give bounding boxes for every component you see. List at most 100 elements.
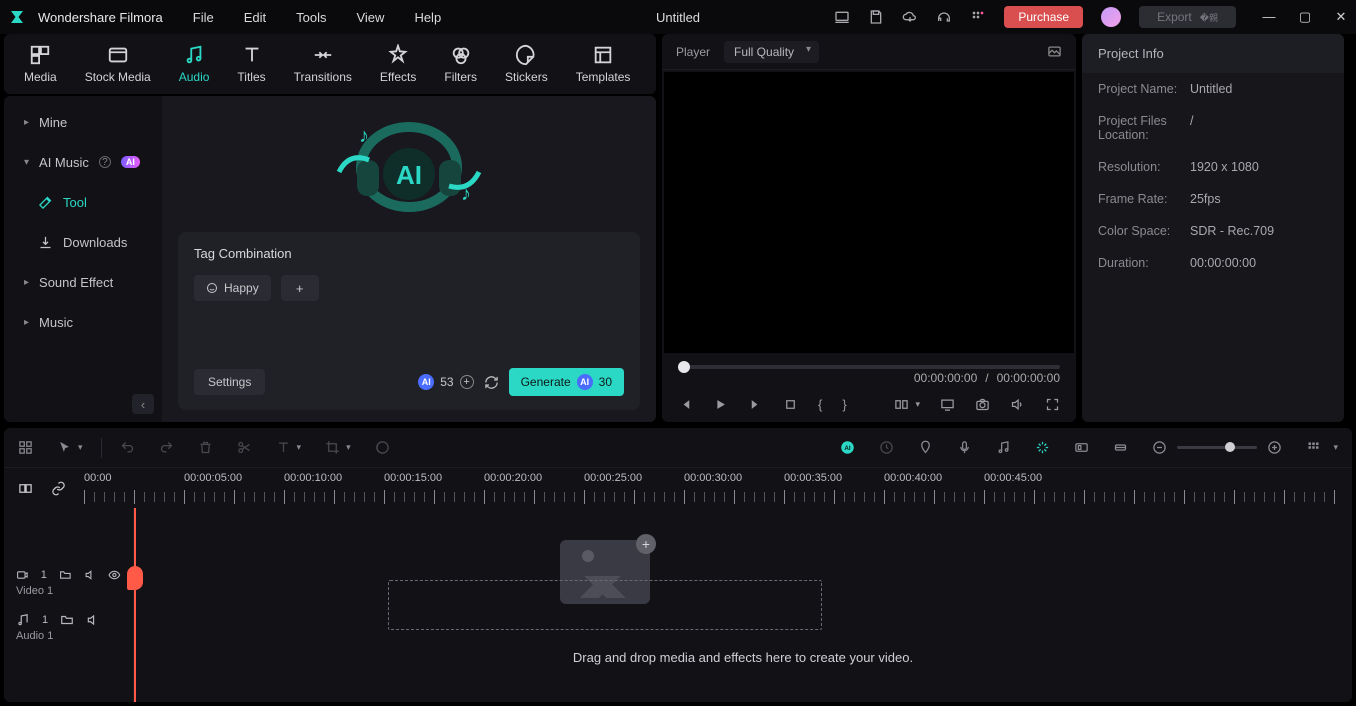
track-header-audio[interactable]: 1 Audio 1 <box>4 613 133 658</box>
delete-icon[interactable] <box>198 440 213 455</box>
sidebar-item-downloads[interactable]: Downloads <box>4 222 162 262</box>
voiceover-icon[interactable] <box>957 440 972 455</box>
timeline-ruler[interactable]: 00:00 00:00:05:00 00:00:10:00 00:00:15:0… <box>84 468 1338 508</box>
menu-file[interactable]: File <box>193 10 214 25</box>
credits-indicator[interactable]: AI53+ <box>418 374 473 390</box>
sidebar-item-music[interactable]: ▸Music <box>4 302 162 342</box>
tab-titles[interactable]: Titles <box>237 44 265 84</box>
collapse-sidebar-button[interactable]: ‹ <box>132 394 154 414</box>
render-icon[interactable] <box>1074 440 1089 455</box>
zoom-out-icon[interactable] <box>1152 440 1167 455</box>
refresh-icon[interactable] <box>484 375 499 390</box>
ai-tools-icon[interactable]: AI <box>840 440 855 455</box>
headphones-icon[interactable] <box>936 9 952 25</box>
eye-icon[interactable] <box>108 568 121 582</box>
svg-text:AI: AI <box>396 160 422 190</box>
sidebar-item-ai-music[interactable]: ▾AI Music?AI <box>4 142 162 182</box>
folder-icon[interactable] <box>59 568 72 582</box>
menu-view[interactable]: View <box>356 10 384 25</box>
tab-media[interactable]: Media <box>24 44 57 84</box>
prev-frame-icon[interactable] <box>678 397 693 412</box>
menu-help[interactable]: Help <box>414 10 441 25</box>
cloud-icon[interactable] <box>902 9 918 25</box>
quality-select[interactable]: Full Quality <box>724 41 819 63</box>
track-manager-icon[interactable] <box>18 440 33 455</box>
avatar[interactable] <box>1101 7 1121 27</box>
tab-effects[interactable]: Effects <box>380 44 416 84</box>
sidebar-item-tool[interactable]: Tool <box>4 182 162 222</box>
cursor-icon[interactable] <box>57 440 72 455</box>
undo-icon[interactable] <box>120 440 135 455</box>
drop-zone[interactable] <box>388 580 822 630</box>
text-icon[interactable] <box>276 440 291 455</box>
mark-out-icon[interactable]: } <box>842 397 846 412</box>
playhead[interactable] <box>134 508 136 702</box>
zoom-control <box>1152 440 1282 455</box>
menu-tools[interactable]: Tools <box>296 10 326 25</box>
track-header-video[interactable]: 1 Video 1 <box>4 568 133 613</box>
zoom-in-icon[interactable] <box>1267 440 1282 455</box>
save-icon[interactable] <box>868 9 884 25</box>
track-headers: 1 Video 1 1 Audio 1 <box>4 508 134 702</box>
timeline-panel: ▾ ▾ ▾ AI ▾ 00:00 00:00:05:00 00:00:10 <box>4 428 1352 702</box>
volume-icon[interactable] <box>1010 397 1025 412</box>
stop-icon[interactable] <box>783 397 798 412</box>
redo-icon[interactable] <box>159 440 174 455</box>
link-tracks-icon[interactable] <box>18 481 33 496</box>
magnet-icon[interactable] <box>51 481 66 496</box>
close-button[interactable]: ✕ <box>1334 9 1348 25</box>
fullscreen-icon[interactable] <box>1045 397 1060 412</box>
settings-button[interactable]: Settings <box>194 369 265 395</box>
tab-audio[interactable]: Audio <box>179 44 210 84</box>
crop-icon[interactable] <box>325 440 340 455</box>
keyframe-icon[interactable] <box>1113 440 1128 455</box>
display-icon[interactable] <box>940 397 955 412</box>
track-name: Audio 1 <box>16 630 53 642</box>
player-controls: { } ▾ <box>662 391 1076 422</box>
thumbnails-icon[interactable] <box>1306 440 1321 455</box>
zoom-slider[interactable] <box>1177 446 1257 449</box>
camera-icon[interactable] <box>975 397 990 412</box>
device-icon[interactable] <box>834 9 850 25</box>
generate-button[interactable]: GenerateAI30 <box>509 368 624 396</box>
add-tag-button[interactable]: + <box>281 275 319 301</box>
player-label: Player <box>676 45 710 59</box>
tag-chip-happy[interactable]: Happy <box>194 275 271 301</box>
app-logo-icon <box>8 8 26 26</box>
svg-text:♪: ♪ <box>359 125 369 147</box>
export-button[interactable]: Export�親 <box>1139 6 1236 28</box>
timeline-tracks[interactable]: Drag and drop media and effects here to … <box>134 508 1352 702</box>
menu-edit[interactable]: Edit <box>244 10 266 25</box>
wand-icon <box>38 195 53 210</box>
ai-credit-icon: AI <box>577 374 593 390</box>
player-viewport[interactable] <box>664 72 1074 353</box>
purchase-button[interactable]: Purchase <box>1004 6 1083 28</box>
tab-transitions[interactable]: Transitions <box>294 44 352 84</box>
tab-stickers[interactable]: Stickers <box>505 44 548 84</box>
auto-ripple-icon[interactable] <box>1035 440 1050 455</box>
mute-icon[interactable] <box>86 613 100 627</box>
color-icon[interactable] <box>375 440 390 455</box>
sidebar-item-mine[interactable]: ▸Mine <box>4 102 162 142</box>
mark-in-icon[interactable]: { <box>818 397 822 412</box>
next-frame-icon[interactable] <box>748 397 763 412</box>
compare-icon[interactable] <box>894 397 909 412</box>
folder-icon[interactable] <box>60 613 74 627</box>
player-scrubber[interactable]: 00:00:00:00/00:00:00:00 <box>662 355 1076 391</box>
play-icon[interactable] <box>713 397 728 412</box>
audio-mixer-icon[interactable] <box>996 440 1011 455</box>
tab-stock-media[interactable]: Stock Media <box>85 44 151 84</box>
snapshot-icon[interactable] <box>1047 44 1062 59</box>
maximize-button[interactable]: ▢ <box>1298 9 1312 25</box>
sidebar-item-sound-effect[interactable]: ▸Sound Effect <box>4 262 162 302</box>
marker-icon[interactable] <box>918 440 933 455</box>
tab-filters[interactable]: Filters <box>444 44 477 84</box>
ai-music-hero: AI ♪ ♪ <box>178 102 640 232</box>
minimize-button[interactable]: — <box>1262 9 1276 25</box>
speed-icon[interactable] <box>879 440 894 455</box>
split-icon[interactable] <box>237 440 252 455</box>
project-info-panel: Project Info Project Name:Untitled Proje… <box>1082 34 1344 422</box>
apps-icon[interactable] <box>970 9 986 25</box>
mute-icon[interactable] <box>84 568 97 582</box>
tab-templates[interactable]: Templates <box>576 44 631 84</box>
